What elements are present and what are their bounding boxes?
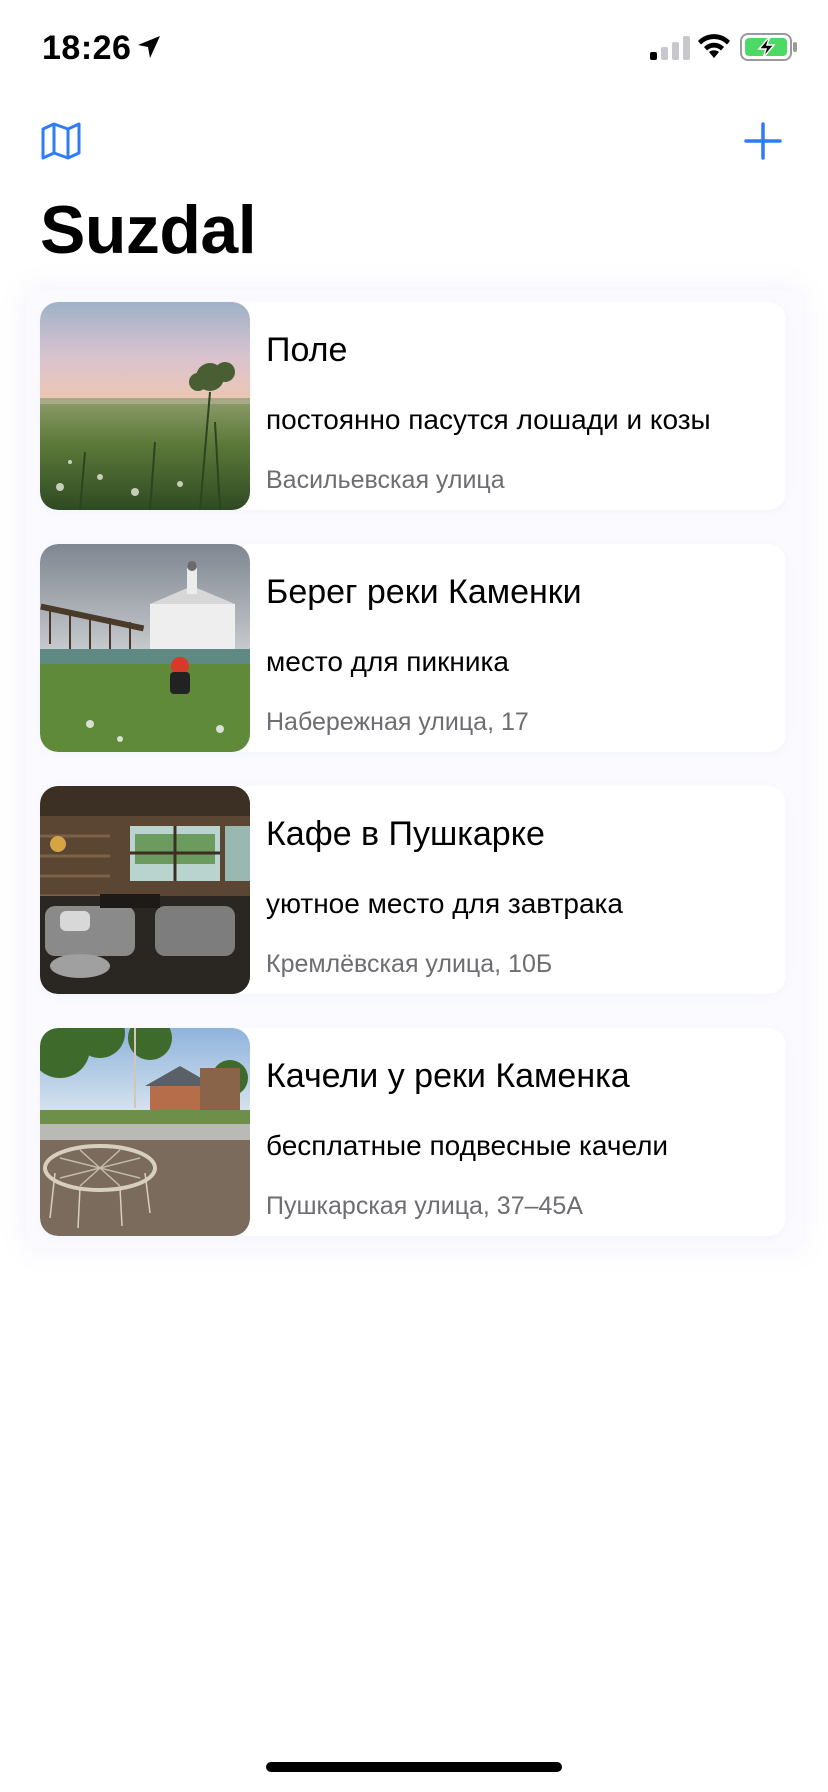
- place-description: место для пикника: [266, 646, 509, 677]
- battery-charging-icon: [740, 33, 797, 61]
- signal-icon: [650, 36, 690, 60]
- place-photo: [40, 302, 250, 510]
- place-description: уютное место для завтрака: [266, 888, 623, 919]
- place-card[interactable]: Качели у реки Каменка бесплатные подвесн…: [40, 1028, 786, 1236]
- wifi-icon: [698, 34, 730, 58]
- status-time: 18:26: [42, 29, 132, 67]
- map-icon: [41, 122, 81, 160]
- plus-icon: [744, 122, 782, 160]
- place-card[interactable]: Поле постоянно пасутся лошади и козы Вас…: [40, 302, 786, 510]
- place-card[interactable]: Берег реки Каменки место для пикника Наб…: [40, 544, 786, 752]
- place-description: постоянно пасутся лошади и козы: [266, 404, 711, 435]
- place-address: Кремлёвская улица, 10Б: [266, 950, 553, 978]
- home-indicator[interactable]: [266, 1762, 562, 1772]
- map-button[interactable]: [40, 120, 82, 162]
- place-photo: [40, 1028, 250, 1236]
- add-place-button[interactable]: [742, 120, 784, 162]
- place-address: Пушкарская улица, 37–45А: [266, 1192, 584, 1220]
- place-title: Берег реки Каменки: [266, 573, 582, 611]
- place-photo: [40, 544, 250, 752]
- place-address: Васильевская улица: [266, 466, 505, 494]
- places-list: Поле постоянно пасутся лошади и козы Вас…: [26, 290, 802, 1248]
- place-title: Качели у реки Каменка: [266, 1057, 630, 1095]
- status-bar: 18:26: [0, 0, 828, 100]
- place-title: Поле: [266, 331, 348, 369]
- place-photo: [40, 786, 250, 994]
- place-card[interactable]: Кафе в Пушкарке уютное место для завтрак…: [40, 786, 786, 994]
- location-arrow-icon: [138, 36, 160, 58]
- place-description: бесплатные подвесные качели: [266, 1130, 669, 1161]
- page-title: Suzdal: [40, 192, 257, 268]
- place-title: Кафе в Пушкарке: [266, 815, 545, 853]
- place-address: Набережная улица, 17: [266, 708, 529, 736]
